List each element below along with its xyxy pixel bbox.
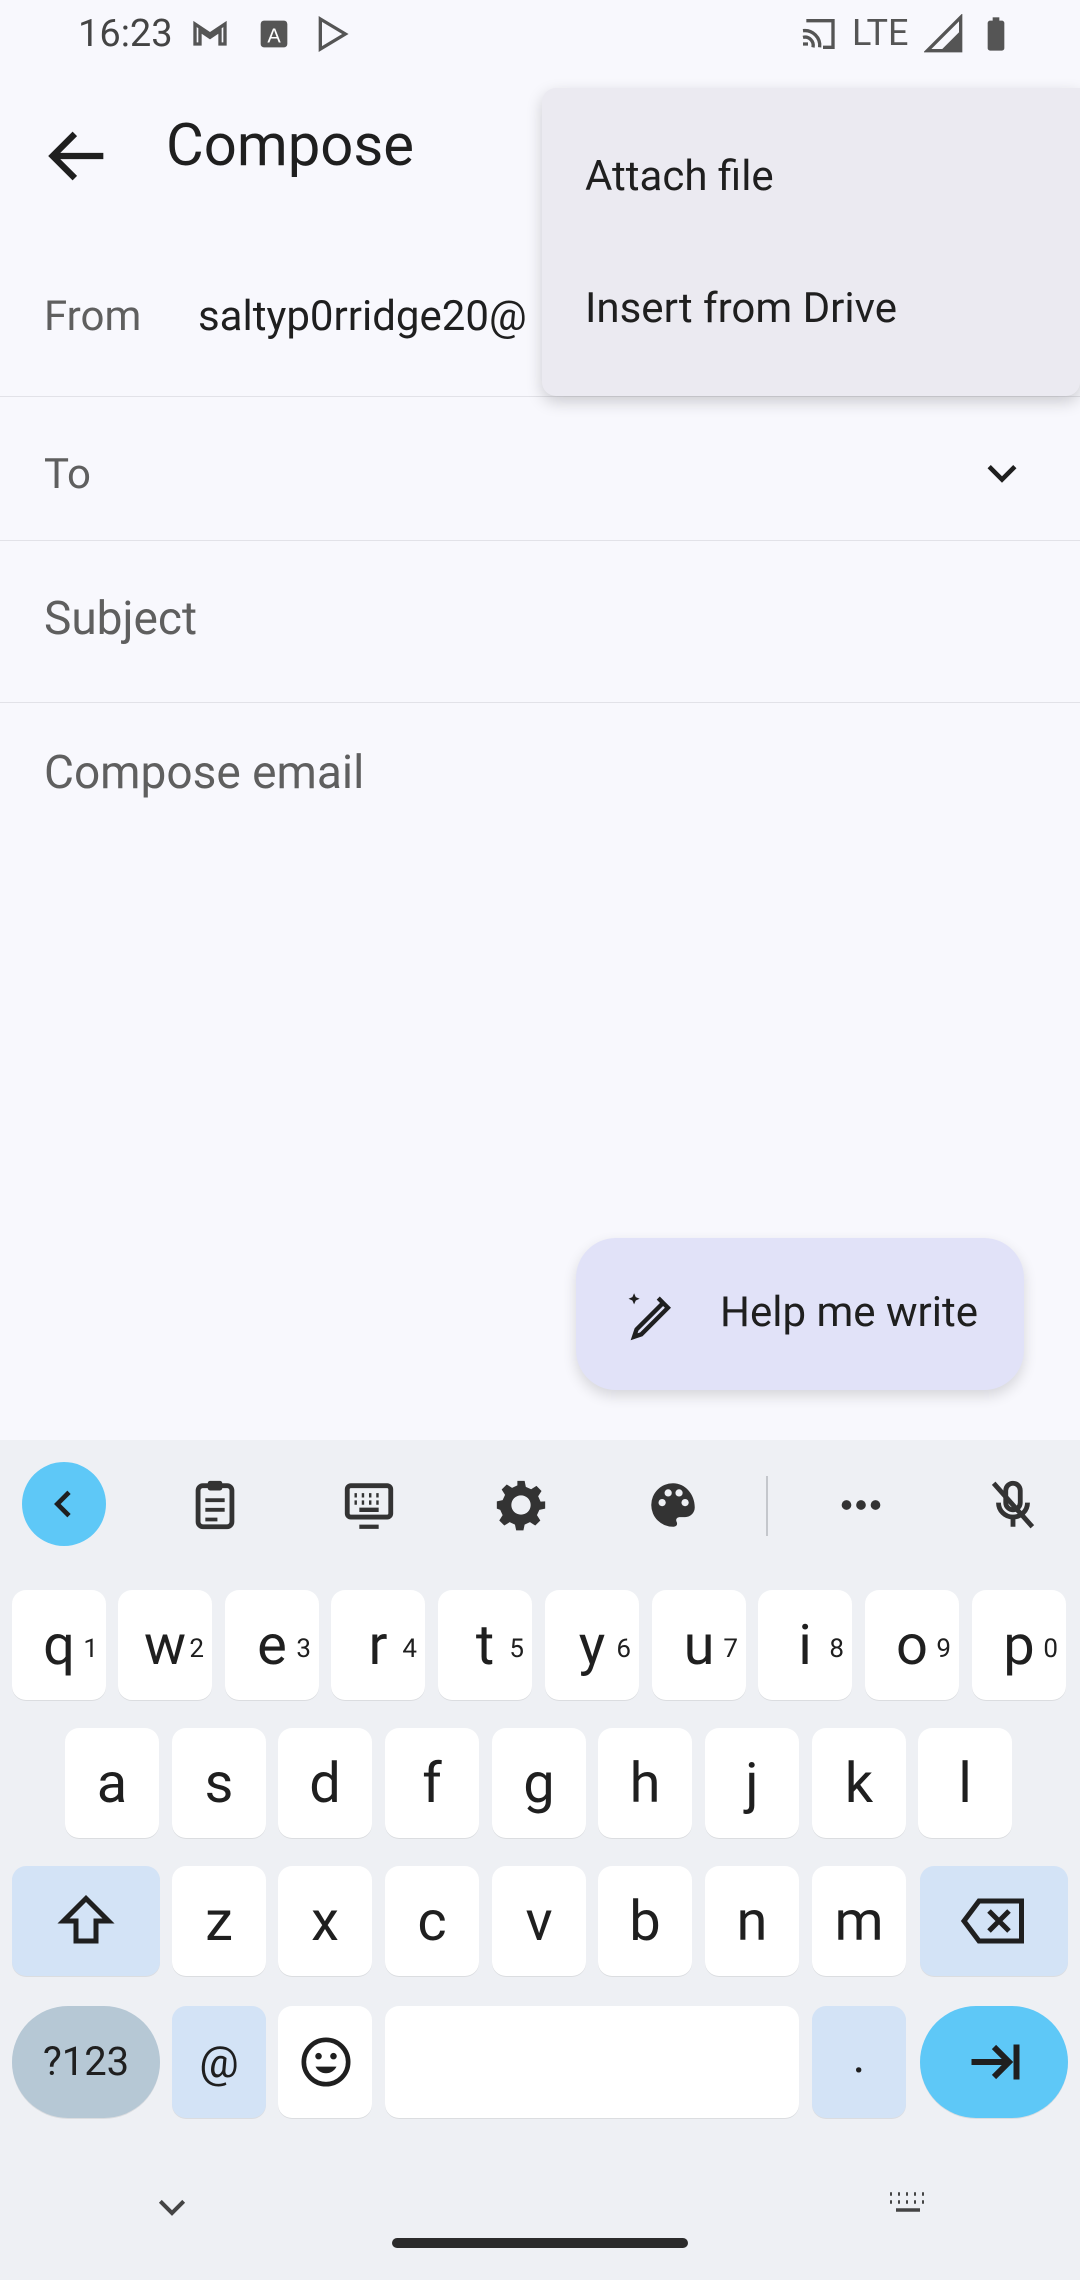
key-z[interactable]: z xyxy=(172,1866,266,1976)
symbols-key[interactable]: ?123 xyxy=(12,2006,160,2118)
key-c[interactable]: c xyxy=(385,1866,479,1976)
gear-icon[interactable] xyxy=(492,1476,550,1534)
key-m[interactable]: m xyxy=(812,1866,906,1976)
key-label: i xyxy=(798,1612,812,1678)
key-u[interactable]: u7 xyxy=(652,1590,746,1700)
key-l[interactable]: l xyxy=(918,1728,1012,1838)
key-k[interactable]: k xyxy=(812,1728,906,1838)
emoji-icon xyxy=(301,2037,351,2087)
key-b[interactable]: b xyxy=(598,1866,692,1976)
attach-menu: Attach file Insert from Drive xyxy=(542,88,1080,396)
key-n[interactable]: n xyxy=(705,1866,799,1976)
from-label: From xyxy=(44,292,142,341)
key-s[interactable]: s xyxy=(172,1728,266,1838)
status-bar: 16:23 A LTE xyxy=(0,0,1080,70)
key-y[interactable]: y6 xyxy=(545,1590,639,1700)
chevron-left-icon xyxy=(54,1490,71,1518)
key-j[interactable]: j xyxy=(705,1728,799,1838)
palette-icon[interactable] xyxy=(644,1476,702,1534)
key-label: w xyxy=(143,1612,187,1678)
network-type: LTE xyxy=(852,12,909,54)
key-x[interactable]: x xyxy=(278,1866,372,1976)
more-icon[interactable] xyxy=(832,1476,890,1534)
signal-icon xyxy=(924,14,963,53)
help-me-write-button[interactable]: Help me write xyxy=(576,1238,1024,1390)
divider xyxy=(0,702,1080,703)
key-hint: 2 xyxy=(189,1634,204,1664)
key-w[interactable]: w2 xyxy=(118,1590,212,1700)
key-p[interactable]: p0 xyxy=(972,1590,1066,1700)
enter-next-key[interactable] xyxy=(920,2006,1068,2118)
chevron-down-icon[interactable] xyxy=(980,452,1024,496)
key-hint: 9 xyxy=(936,1634,951,1664)
backspace-icon xyxy=(960,1898,1024,1944)
key-label: q xyxy=(43,1612,75,1678)
keyboard: q1 w2 e3 r4 t5 y6 u7 i8 o9 p0 a s d f g … xyxy=(0,1440,1080,2280)
gesture-nav-handle[interactable] xyxy=(392,2238,688,2248)
key-t[interactable]: t5 xyxy=(438,1590,532,1700)
key-hint: 8 xyxy=(829,1634,844,1664)
app-notification-icon: A xyxy=(260,20,288,48)
battery-icon xyxy=(987,17,1005,51)
keyboard-icon[interactable] xyxy=(340,1476,398,1534)
svg-text:A: A xyxy=(267,25,281,47)
tab-arrow-icon xyxy=(971,2044,1020,2080)
backspace-key[interactable] xyxy=(920,1866,1068,1976)
shift-icon xyxy=(57,1894,115,1944)
key-i[interactable]: i8 xyxy=(758,1590,852,1700)
key-label: o xyxy=(896,1612,928,1678)
key-d[interactable]: d xyxy=(278,1728,372,1838)
key-v[interactable]: v xyxy=(492,1866,586,1976)
key-label: p xyxy=(1003,1612,1035,1678)
key-hint: 4 xyxy=(402,1634,417,1664)
toolbar-divider xyxy=(766,1476,768,1536)
keyboard-collapse-button[interactable] xyxy=(22,1462,106,1546)
keyboard-switch-icon[interactable] xyxy=(884,2188,932,2228)
key-hint: 6 xyxy=(616,1634,631,1664)
key-hint: 1 xyxy=(83,1634,98,1664)
hide-keyboard-icon[interactable] xyxy=(152,2188,192,2228)
compose-body-input[interactable]: Compose email xyxy=(44,746,364,800)
key-hint: 3 xyxy=(296,1634,311,1664)
magic-pen-icon xyxy=(628,1293,671,1341)
key-f[interactable]: f xyxy=(385,1728,479,1838)
mic-off-icon[interactable] xyxy=(984,1476,1042,1534)
from-account-selector[interactable]: saltyp0rridge20@ xyxy=(198,292,548,341)
key-e[interactable]: e3 xyxy=(225,1590,319,1700)
play-store-notification-icon xyxy=(318,16,349,52)
gmail-notification-icon xyxy=(193,20,227,46)
shift-key[interactable] xyxy=(12,1866,160,1976)
key-hint: 0 xyxy=(1043,1634,1058,1664)
divider xyxy=(0,540,1080,541)
subject-input[interactable]: Subject xyxy=(44,592,197,646)
space-key[interactable] xyxy=(385,2006,799,2118)
key-o[interactable]: o9 xyxy=(865,1590,959,1700)
cast-icon xyxy=(802,19,835,49)
key-hint: 5 xyxy=(509,1634,524,1664)
key-label: u xyxy=(683,1612,715,1678)
divider xyxy=(0,396,1080,397)
key-r[interactable]: r4 xyxy=(331,1590,425,1700)
clipboard-icon[interactable] xyxy=(186,1476,244,1534)
key-hint: 7 xyxy=(723,1634,738,1664)
menu-item-insert-from-drive[interactable]: Insert from Drive xyxy=(585,284,897,333)
key-q[interactable]: q1 xyxy=(12,1590,106,1700)
key-label: r xyxy=(368,1612,388,1678)
menu-item-attach-file[interactable]: Attach file xyxy=(585,152,774,201)
key-a[interactable]: a xyxy=(65,1728,159,1838)
key-h[interactable]: h xyxy=(598,1728,692,1838)
page-title: Compose xyxy=(166,112,415,180)
help-me-write-label: Help me write xyxy=(720,1288,978,1337)
emoji-key[interactable] xyxy=(278,2006,372,2118)
key-g[interactable]: g xyxy=(492,1728,586,1838)
key-label: e xyxy=(257,1612,287,1678)
back-arrow-icon[interactable] xyxy=(40,118,116,194)
key-label: y xyxy=(578,1612,606,1678)
at-key[interactable]: @ xyxy=(172,2006,266,2118)
to-field[interactable]: To xyxy=(44,450,91,499)
status-time: 16:23 xyxy=(78,12,173,56)
key-label: t xyxy=(475,1612,495,1678)
period-key[interactable]: . xyxy=(812,2006,906,2118)
